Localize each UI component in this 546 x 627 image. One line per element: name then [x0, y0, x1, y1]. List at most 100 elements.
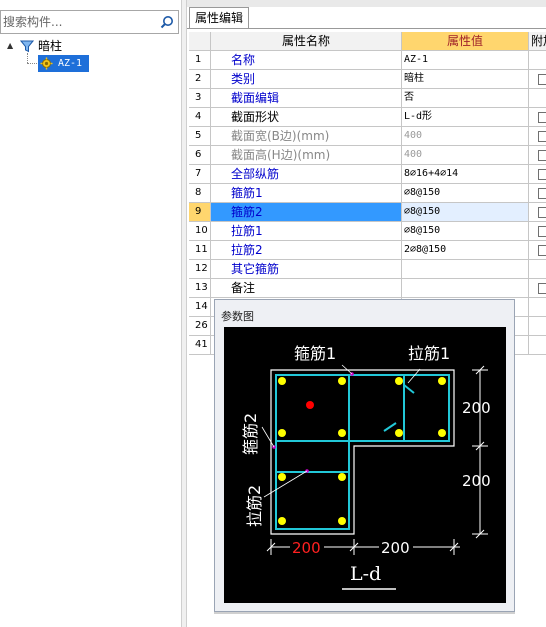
- shape-label: L-d: [350, 563, 381, 585]
- property-value[interactable]: [402, 260, 529, 279]
- property-value[interactable]: AZ-1: [402, 51, 529, 70]
- table-row[interactable]: 12 其它箍筋: [189, 260, 546, 279]
- property-value[interactable]: ⌀8@150: [402, 184, 529, 203]
- param-diagram-window[interactable]: 参数图 箍筋1 拉筋1 箍筋2 拉筋2 200 200 200 200 L-d: [214, 299, 515, 612]
- attach-checkbox[interactable]: [538, 207, 546, 218]
- attach-checkbox[interactable]: [538, 188, 546, 199]
- header-value: 属性值: [402, 32, 529, 51]
- attach-checkbox[interactable]: [538, 150, 546, 161]
- property-name[interactable]: 截面高(H边)(mm): [211, 146, 402, 165]
- attach-cell: [529, 317, 546, 336]
- rebar: [438, 377, 446, 385]
- label-tie1: 拉筋1: [408, 344, 450, 363]
- property-value[interactable]: 400: [402, 127, 529, 146]
- row-number: 7: [189, 165, 211, 184]
- row-number: 9: [189, 203, 211, 222]
- property-name[interactable]: 其它箍筋: [211, 260, 402, 279]
- tab-divider: [187, 28, 546, 29]
- property-name[interactable]: 箍筋1: [211, 184, 402, 203]
- search-input[interactable]: [1, 11, 156, 33]
- property-name[interactable]: 名称: [211, 51, 402, 70]
- property-value[interactable]: 400: [402, 146, 529, 165]
- stirrup-1: [275, 374, 450, 442]
- row-number: 6: [189, 146, 211, 165]
- property-value[interactable]: [402, 279, 529, 298]
- attach-checkbox[interactable]: [538, 112, 546, 123]
- attach-cell: [529, 222, 546, 241]
- attach-checkbox[interactable]: [538, 169, 546, 180]
- attach-checkbox[interactable]: [538, 131, 546, 142]
- property-value[interactable]: 暗柱: [402, 70, 529, 89]
- rebar: [278, 473, 286, 481]
- row-number: 2: [189, 70, 211, 89]
- attach-cell: [529, 165, 546, 184]
- property-value[interactable]: ⌀8@150: [402, 222, 529, 241]
- property-name[interactable]: 类别: [211, 70, 402, 89]
- rebar: [395, 377, 403, 385]
- property-value[interactable]: 8⌀16+4⌀14: [402, 165, 529, 184]
- property-name[interactable]: 截面宽(B边)(mm): [211, 127, 402, 146]
- tie-hook: [383, 422, 397, 432]
- attach-cell: [529, 298, 546, 317]
- property-name[interactable]: 截面编辑: [211, 89, 402, 108]
- dim-right-top: 200: [462, 399, 491, 417]
- table-row[interactable]: 3 截面编辑否: [189, 89, 546, 108]
- popup-shadow: [214, 612, 515, 614]
- table-row[interactable]: 6 截面高(H边)(mm) 400: [189, 146, 546, 165]
- attach-cell: [529, 203, 546, 222]
- row-number: 26: [189, 317, 211, 336]
- property-name[interactable]: 全部纵筋: [211, 165, 402, 184]
- table-row[interactable]: 9 箍筋2 ⌀8@150: [189, 203, 546, 222]
- table-row[interactable]: 10 拉筋1 ⌀8@150: [189, 222, 546, 241]
- header-name: 属性名称: [211, 32, 402, 51]
- attach-checkbox[interactable]: [538, 74, 546, 85]
- property-value[interactable]: 2⌀8@150: [402, 241, 529, 260]
- table-row[interactable]: 7 全部纵筋 8⌀16+4⌀14: [189, 165, 546, 184]
- attach-cell: [529, 108, 546, 127]
- popup-title: 参数图: [221, 310, 254, 323]
- label-stirrup2: 箍筋2: [241, 413, 260, 455]
- label-stirrup1: 箍筋1: [294, 344, 336, 363]
- header-extra: 附加: [529, 32, 546, 51]
- property-name[interactable]: 截面形状: [211, 108, 402, 127]
- row-number: 8: [189, 184, 211, 203]
- property-name[interactable]: 箍筋2: [211, 203, 402, 222]
- tree-node-label: AZ-1: [58, 58, 83, 69]
- table-row[interactable]: 5 截面宽(B边)(mm) 400: [189, 127, 546, 146]
- rebar: [338, 377, 346, 385]
- label-tie2: 拉筋2: [245, 485, 264, 527]
- table-row[interactable]: 2 类别 暗柱: [189, 70, 546, 89]
- attach-checkbox[interactable]: [538, 245, 546, 256]
- tab-property-edit[interactable]: 属性编辑: [189, 7, 249, 29]
- property-name[interactable]: 拉筋2: [211, 241, 402, 260]
- row-number: 13: [189, 279, 211, 298]
- attach-checkbox[interactable]: [538, 226, 546, 237]
- property-value[interactable]: ⌀8@150: [402, 203, 529, 222]
- row-number: 10: [189, 222, 211, 241]
- table-row[interactable]: 11 拉筋2 2⌀8@150: [189, 241, 546, 260]
- grid-header-row: 属性名称 属性值 附加: [189, 32, 546, 51]
- row-number: 4: [189, 108, 211, 127]
- search-button[interactable]: [156, 11, 178, 33]
- table-row[interactable]: 4 截面形状 L-d形: [189, 108, 546, 127]
- center-marker: [306, 401, 314, 409]
- rebar: [338, 517, 346, 525]
- property-value[interactable]: 否: [402, 89, 529, 108]
- row-number: 11: [189, 241, 211, 260]
- rebar: [278, 429, 286, 437]
- attach-checkbox[interactable]: [538, 283, 546, 294]
- table-row[interactable]: 1 名称 AZ-1: [189, 51, 546, 70]
- tie-hook: [403, 384, 415, 394]
- table-row[interactable]: 13 备注: [189, 279, 546, 298]
- property-name[interactable]: 拉筋1: [211, 222, 402, 241]
- stirrup-2: [275, 374, 350, 530]
- search-box: [0, 10, 179, 34]
- property-value[interactable]: L-d形: [402, 108, 529, 127]
- collapse-icon[interactable]: ▲: [7, 42, 15, 50]
- dim-right-bottom: 200: [462, 472, 491, 490]
- attach-cell: [529, 51, 546, 70]
- property-name[interactable]: 备注: [211, 279, 402, 298]
- table-row[interactable]: 8 箍筋1 ⌀8@150: [189, 184, 546, 203]
- row-number: 1: [189, 51, 211, 70]
- panel-header-strip: [187, 0, 546, 7]
